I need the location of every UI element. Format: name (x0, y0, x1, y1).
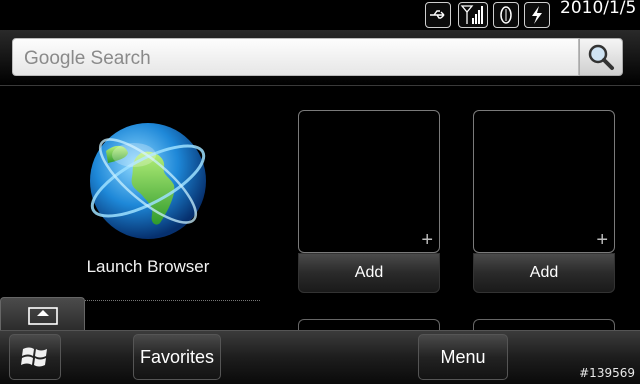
home-content: Launch Browser + Add + Add (0, 87, 640, 330)
plus-icon: + (421, 229, 433, 251)
menu-button[interactable]: Menu (418, 334, 508, 380)
launch-browser-label: Launch Browser (86, 257, 210, 276)
signal-icon[interactable] (458, 2, 488, 28)
search-button[interactable] (579, 38, 623, 76)
watermark: #139569 (579, 366, 635, 380)
slideout-tab[interactable] (0, 297, 85, 330)
favorite-tile-2[interactable]: + Add (473, 110, 615, 294)
search-bar: Google Search (0, 30, 640, 86)
favorites-button[interactable]: Favorites (133, 334, 221, 380)
add-button[interactable]: Add (298, 253, 440, 293)
status-bar: 2010/1/5 01:55 (0, 0, 640, 30)
plus-icon: + (596, 229, 608, 251)
tile-slot[interactable]: + (298, 110, 440, 253)
launch-browser-shortcut[interactable]: Launch Browser (36, 107, 260, 301)
battery-icon[interactable] (524, 2, 550, 28)
magnifier-icon (588, 44, 614, 70)
start-button[interactable] (9, 334, 61, 380)
eject-icon (27, 306, 58, 325)
add-button[interactable]: Add (473, 253, 615, 293)
favorite-tile-3-partial[interactable] (298, 319, 440, 330)
favorite-tile-4-partial[interactable] (473, 319, 615, 330)
data-icon[interactable] (493, 2, 519, 28)
favorite-tile-1[interactable]: + Add (298, 110, 440, 294)
windows-flag-icon (21, 347, 47, 367)
usb-icon[interactable] (425, 2, 451, 28)
tile-slot[interactable]: + (473, 110, 615, 253)
search-input[interactable]: Google Search (12, 38, 579, 76)
clock[interactable]: 2010/1/5 01:55 (560, 0, 640, 30)
bottom-bar: Favorites Menu #139569 (0, 330, 640, 384)
globe-icon (90, 123, 206, 239)
